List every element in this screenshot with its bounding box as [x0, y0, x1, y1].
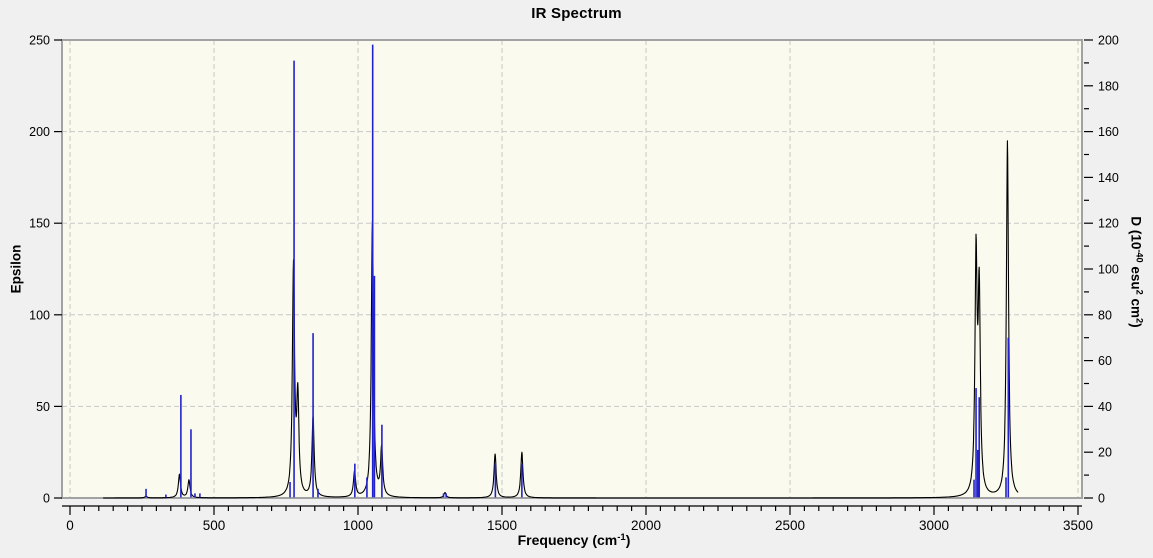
y-right-tick-label: 80 [1098, 308, 1112, 322]
y-right-tick-label: 20 [1098, 446, 1112, 460]
y-left-tick-label: 50 [36, 400, 50, 414]
x-axis-label: Frequency (cm-1) [517, 531, 631, 548]
x-tick-label: 1000 [343, 518, 373, 533]
x-tick-label: 3000 [919, 518, 949, 533]
y-right-tick-label: 200 [1098, 34, 1119, 48]
y-right-tick-label: 60 [1098, 354, 1112, 368]
x-tick-label: 0 [66, 518, 74, 533]
x-tick-label: 500 [203, 518, 226, 533]
y-right-tick-label: 40 [1098, 400, 1112, 414]
y-right-tick-label: 100 [1098, 263, 1119, 277]
x-tick-label: 3500 [1063, 518, 1093, 533]
y-left-tick-label: 100 [29, 308, 50, 322]
y-left-tick-label: 250 [29, 34, 50, 48]
y-right-tick-label: 180 [1098, 79, 1119, 93]
spectrum-plot-canvas[interactable]: 0501001502002500204060801001201401601802… [0, 0, 1153, 558]
x-tick-label: 1500 [487, 518, 517, 533]
x-tick-label: 2500 [775, 518, 805, 533]
y-left-tick-label: 200 [29, 125, 50, 139]
y-right-tick-label: 120 [1098, 217, 1119, 231]
y-right-tick-label: 160 [1098, 125, 1119, 139]
y-right-tick-label: 140 [1098, 171, 1119, 185]
y-left-tick-label: 150 [29, 217, 50, 231]
plot-background [62, 40, 1082, 498]
y-axis-right-label: D (10-40 esu2 cm2) [1128, 216, 1145, 328]
x-tick-label: 2000 [631, 518, 661, 533]
y-right-tick-label: 0 [1098, 492, 1105, 506]
y-left-tick-label: 0 [43, 492, 50, 506]
